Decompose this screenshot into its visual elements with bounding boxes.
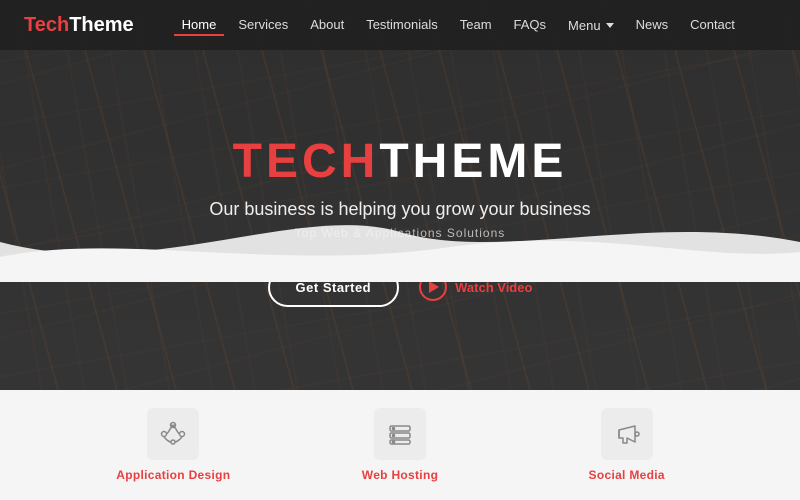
feature-item-0: Application Design (60, 408, 287, 482)
nav-link-news[interactable]: News (628, 13, 677, 36)
feature-icon-box-1 (374, 408, 426, 460)
hero-title-part2: THEME (379, 135, 567, 188)
nav-link-faqs[interactable]: FAQs (506, 13, 555, 36)
application-design-icon (159, 420, 187, 448)
nav-links: Home Services About Testimonials Team FA… (174, 14, 743, 37)
nav-item-services[interactable]: Services (230, 16, 296, 34)
play-triangle (429, 281, 439, 293)
social-media-icon (613, 420, 641, 448)
nav-item-menu[interactable]: Menu (560, 14, 622, 37)
feature-label-1: Web Hosting (362, 468, 438, 482)
nav-link-about[interactable]: About (302, 13, 352, 36)
wave-divider (0, 202, 800, 282)
web-hosting-icon (386, 420, 414, 448)
nav-link-services[interactable]: Services (230, 13, 296, 36)
nav-item-testimonials[interactable]: Testimonials (358, 16, 446, 34)
feature-icon-box-2 (601, 408, 653, 460)
logo-part2: Theme (69, 14, 133, 36)
nav-item-team[interactable]: Team (452, 16, 500, 34)
nav-link-testimonials[interactable]: Testimonials (358, 13, 446, 36)
logo-part1: Tech (24, 14, 69, 36)
feature-item-2: Social Media (513, 408, 740, 482)
feature-label-0: Application Design (116, 468, 230, 482)
navbar: TechTheme Home Services About Testimonia… (0, 0, 800, 50)
chevron-down-icon (606, 23, 614, 28)
features-section: Application Design Web Hosting (0, 390, 800, 500)
nav-link-contact[interactable]: Contact (682, 13, 743, 36)
nav-link-home[interactable]: Home (174, 13, 225, 36)
nav-item-faqs[interactable]: FAQs (506, 16, 555, 34)
nav-item-news[interactable]: News (628, 16, 677, 34)
feature-label-2: Social Media (589, 468, 665, 482)
hero-section: TECHTHEME Our business is helping you gr… (0, 0, 800, 390)
nav-link-team[interactable]: Team (452, 13, 500, 36)
feature-item-1: Web Hosting (287, 408, 514, 482)
hero-title-part1: TECH (233, 135, 380, 188)
feature-icon-box-0 (147, 408, 199, 460)
hero-title: TECHTHEME (209, 134, 590, 189)
nav-item-about[interactable]: About (302, 16, 352, 34)
nav-item-home[interactable]: Home (174, 16, 225, 34)
nav-item-contact[interactable]: Contact (682, 16, 743, 34)
logo[interactable]: TechTheme (24, 14, 134, 37)
nav-link-menu[interactable]: Menu (560, 14, 622, 37)
